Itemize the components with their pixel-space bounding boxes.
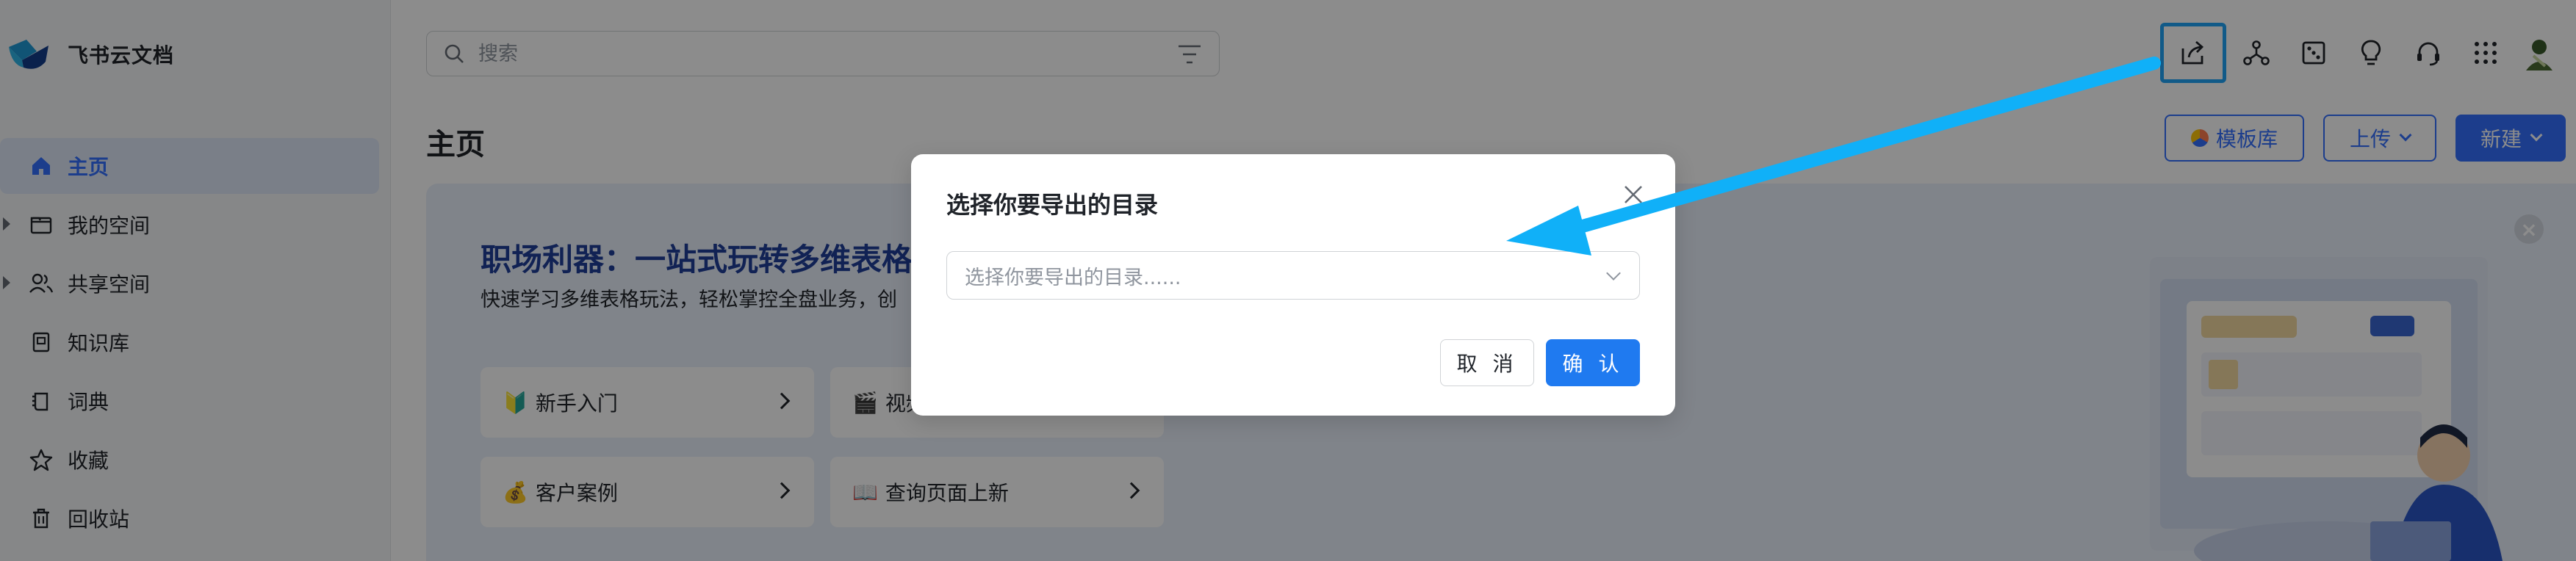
directory-select[interactable]: 选择你要导出的目录......: [946, 251, 1640, 300]
chevron-down-icon: [1606, 266, 1621, 280]
close-icon[interactable]: [1621, 182, 1646, 207]
directory-select-placeholder: 选择你要导出的目录......: [965, 266, 1181, 289]
app-window: 飞书云文档 主页 我的空间 共享空间 知识库 词典 收藏 回收站 搜索 主页 模…: [0, 0, 2576, 561]
confirm-button[interactable]: 确 认: [1546, 339, 1640, 386]
cancel-button[interactable]: 取 消: [1440, 339, 1534, 386]
dialog-title: 选择你要导出的目录: [946, 191, 1159, 219]
export-directory-dialog: 选择你要导出的目录 选择你要导出的目录...... 取 消 确 认: [911, 154, 1675, 416]
